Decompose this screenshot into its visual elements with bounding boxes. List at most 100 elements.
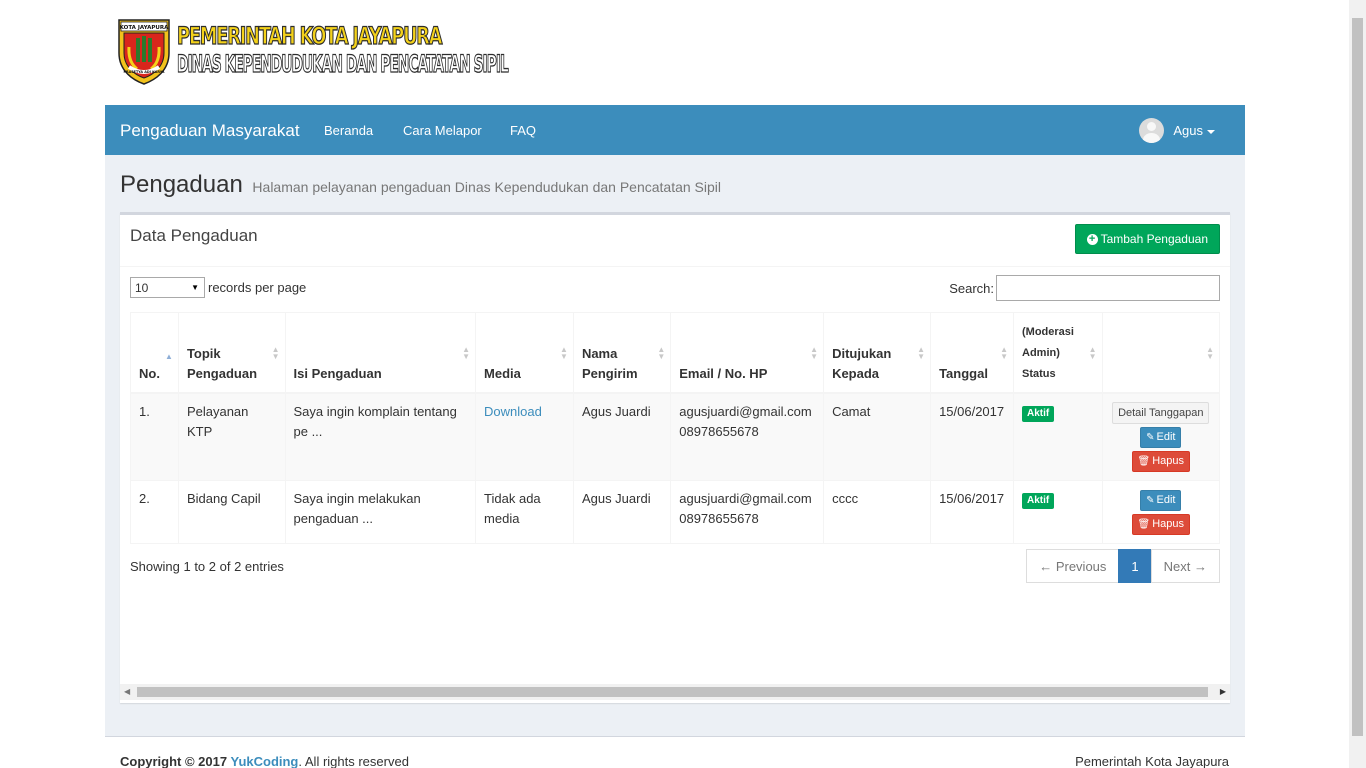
table-row: 2. Bidang Capil Saya ingin melakukan pen… [130, 480, 1221, 544]
sort-icon: ▲ ▼ [1206, 345, 1214, 361]
page-title: Pengaduan [120, 171, 243, 198]
nav-link-faq[interactable]: FAQ [510, 123, 536, 138]
status-badge: Aktif [1022, 493, 1055, 509]
sort-icon: ▲ ▼ [1000, 345, 1009, 361]
col-header-tanggal[interactable]: Tanggal ▲ ▼ [930, 312, 1015, 394]
trash-icon: 🗑 [1137, 456, 1151, 467]
edit-icon: ✎ [1146, 495, 1155, 506]
col-header-isi[interactable]: Isi Pengaduan ▲ ▼ [284, 312, 477, 394]
pagination-page-1[interactable]: 1 [1118, 549, 1152, 583]
page-scrollbar-thumb[interactable] [1352, 18, 1363, 736]
seal-text-top: KOTA JAYAPURA [120, 25, 169, 31]
nav-link-beranda[interactable]: Beranda [324, 123, 373, 138]
col-header-no[interactable]: No. ▲ [130, 312, 179, 394]
cell-nama: Agus Juardi [572, 392, 672, 481]
footer-right-text: Pemerintah Kota Jayapura [1075, 754, 1229, 768]
caret-down-icon [1207, 129, 1215, 134]
delete-button[interactable]: 🗑 Hapus [1131, 451, 1191, 472]
cell-tanggal: 15/06/2017 [930, 480, 1015, 544]
navbar-brand[interactable]: Pengaduan Masyarakat [120, 121, 300, 141]
trash-icon: 🗑 [1137, 519, 1151, 530]
cell-tujuan: Camat [823, 392, 932, 481]
col-header-status[interactable]: (Moderasi Admin) Status ▲ ▼ [1013, 312, 1103, 394]
copyright: Copyright © 2017 YukCoding. All rights r… [120, 754, 409, 768]
sort-icon: ▲ ▼ [271, 345, 280, 361]
cell-status: Aktif [1013, 392, 1103, 481]
complaints-table: No. ▲ Topik Pengaduan ▲ ▼ Isi Pengaduan ▲ ▼ Me… [130, 312, 1221, 544]
user-menu[interactable]: Agus [1139, 118, 1215, 143]
cell-media: Tidak ada media [475, 480, 574, 544]
page-subtitle: Halaman pelayanan pengaduan Dinas Kepend… [252, 179, 722, 195]
cell-isi: Saya ingin melakukan pengaduan ... [284, 480, 477, 544]
delete-button[interactable]: 🗑 Hapus [1131, 514, 1191, 535]
site-header-logo: KOTA JAYAPURA PRASETYA ADI KARYA PEMERIN… [115, 17, 535, 87]
cell-media: Download [475, 392, 574, 481]
scroll-right-arrow-icon[interactable]: ▶ [1220, 687, 1226, 696]
cell-tanggal: 15/06/2017 [930, 392, 1015, 481]
pagination-next[interactable]: Next → [1150, 549, 1220, 583]
sort-icon: ▲ ▼ [560, 345, 568, 361]
table-horizontal-scrollbar[interactable]: ◀ ▶ [120, 684, 1230, 700]
header-title-line2: DINAS KEPENDUDUKAN DAN PENCATATAN SIPIL [177, 49, 509, 78]
cell-email: agusjuardi@gmail.com 08978655678 [670, 392, 825, 481]
plus-circle-icon: + [1086, 233, 1098, 245]
status-badge: Aktif [1022, 406, 1055, 422]
cell-status: Aktif [1013, 480, 1103, 544]
cell-isi: Saya ingin komplain tentang pe ... [284, 392, 477, 481]
detail-response-button[interactable]: Detail Tanggapan [1112, 402, 1210, 424]
nav-link-cara-melapor[interactable]: Cara Melapor [403, 123, 482, 138]
search-label: Search: [949, 280, 994, 296]
col-header-media[interactable]: Media ▲ ▼ [475, 312, 574, 394]
sort-icon: ▲ ▼ [917, 345, 926, 361]
pagination: ← Previous 1 Next → [1026, 549, 1220, 583]
main-wrapper: Pengaduan Masyarakat Beranda Cara Melapo… [105, 105, 1245, 768]
cell-email-address: agusjuardi@gmail.com [679, 491, 812, 506]
table-info: Showing 1 to 2 of 2 entries [130, 559, 284, 574]
yukcoding-link[interactable]: YukCoding [230, 754, 298, 768]
records-per-page-label: records per page [208, 280, 307, 295]
col-header-aksi[interactable]: ▲ ▼ [1101, 312, 1221, 394]
edit-icon: ✎ [1146, 432, 1155, 443]
cell-actions: ✎ Edit 🗑 Hapus [1101, 480, 1221, 544]
cell-actions: Detail Tanggapan ✎ Edit 🗑 Hapus [1101, 392, 1221, 481]
col-header-tujuan[interactable]: Ditujukan Kepada ▲ ▼ [823, 312, 932, 394]
sort-icon: ▲ ▼ [1088, 345, 1097, 361]
cell-email-address: agusjuardi@gmail.com [679, 404, 812, 419]
add-complaint-label: Tambah Pengaduan [1100, 232, 1208, 246]
content-header: Pengaduan Halaman pelayanan pengaduan Di… [120, 171, 721, 199]
cell-phone: 08978655678 [679, 424, 759, 439]
page-scrollbar[interactable] [1349, 0, 1366, 768]
cell-phone: 08978655678 [679, 511, 759, 526]
col-header-nama[interactable]: Nama Pengirim ▲ ▼ [572, 312, 672, 394]
pagination-previous[interactable]: ← Previous [1026, 549, 1120, 583]
search-input[interactable] [996, 275, 1220, 301]
user-avatar-icon [1139, 118, 1165, 143]
cell-nama: Agus Juardi [572, 480, 672, 544]
records-per-page-value: 10 [135, 280, 149, 295]
add-complaint-button[interactable]: + Tambah Pengaduan [1074, 224, 1220, 254]
col-header-email[interactable]: Email / No. HP ▲ ▼ [670, 312, 825, 394]
city-seal-icon: KOTA JAYAPURA PRASETYA ADI KARYA [118, 19, 170, 85]
cell-topik: Bidang Capil [177, 480, 286, 544]
sort-asc-icon: ▲ [165, 352, 173, 361]
horizontal-scrollbar-thumb[interactable] [137, 687, 1208, 697]
table-search: Search: [949, 275, 1220, 301]
table-header-row: No. ▲ Topik Pengaduan ▲ ▼ Isi Pengaduan ▲ ▼ Me… [130, 312, 1221, 394]
header-title-line1: PEMERINTAH KOTA JAYAPURA [177, 21, 444, 50]
cell-tujuan: cccc [823, 480, 932, 544]
download-link[interactable]: Download [484, 404, 542, 419]
dropdown-arrow-icon: ▼ [191, 283, 199, 292]
edit-button[interactable]: ✎ Edit [1140, 427, 1182, 448]
scroll-left-arrow-icon[interactable]: ◀ [124, 687, 130, 696]
cell-topik: Pelayanan KTP [177, 392, 286, 481]
records-per-page-select[interactable]: 10 ▼ [130, 277, 205, 298]
box-title: Data Pengaduan [130, 226, 258, 245]
cell-no: 1. [130, 392, 179, 481]
records-length-control: 10 ▼ records per page [130, 277, 306, 298]
col-header-topik[interactable]: Topik Pengaduan ▲ ▼ [177, 312, 286, 394]
sort-icon: ▲ ▼ [657, 345, 666, 361]
edit-button[interactable]: ✎ Edit [1140, 490, 1182, 511]
cell-email: agusjuardi@gmail.com 08978655678 [670, 480, 825, 544]
box-header: Data Pengaduan + Tambah Pengaduan [120, 215, 1230, 267]
sort-icon: ▲ ▼ [810, 345, 819, 361]
